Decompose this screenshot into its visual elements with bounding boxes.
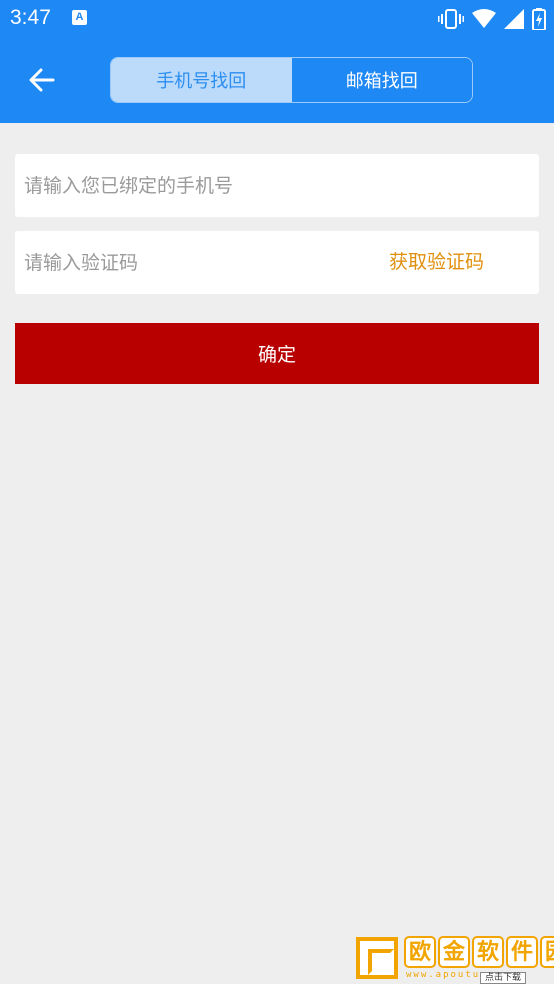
signal-icon — [504, 9, 524, 29]
battery-icon — [532, 8, 546, 30]
watermark-char: 欧 — [404, 936, 436, 968]
tab-email-recovery[interactable]: 邮箱找回 — [291, 58, 472, 102]
confirm-button[interactable]: 确定 — [15, 323, 539, 384]
status-icons — [438, 7, 546, 31]
watermark-badge: 点击下载 — [480, 972, 527, 984]
watermark-char: 件 — [506, 936, 538, 968]
recovery-tabs: 手机号找回 邮箱找回 — [110, 57, 473, 103]
status-bar: 3:47 A — [0, 0, 554, 38]
watermark-char: 园 — [540, 936, 554, 968]
watermark-title: 欧 金 软 件 园 — [404, 936, 554, 968]
vibrate-icon — [438, 9, 464, 29]
watermark-char: 软 — [472, 936, 504, 968]
app-bar: 手机号找回 邮箱找回 — [0, 38, 554, 123]
tab-phone-recovery[interactable]: 手机号找回 — [111, 58, 292, 102]
arrow-left-icon — [29, 68, 55, 92]
watermark: 欧 金 软 件 园 www.apoutu.com 点击下载 — [354, 934, 554, 984]
wifi-icon — [472, 9, 496, 28]
code-field-container: 获取验证码 — [15, 231, 539, 294]
back-button[interactable] — [22, 60, 62, 100]
verification-code-input[interactable] — [15, 231, 355, 294]
phone-field-container — [15, 154, 539, 217]
watermark-logo-icon — [356, 937, 398, 979]
status-time: 3:47 — [10, 6, 51, 29]
get-code-button[interactable]: 获取验证码 — [389, 231, 484, 294]
phone-input[interactable] — [15, 154, 539, 217]
watermark-char: 金 — [438, 936, 470, 968]
a-letter-icon: A — [72, 10, 87, 25]
